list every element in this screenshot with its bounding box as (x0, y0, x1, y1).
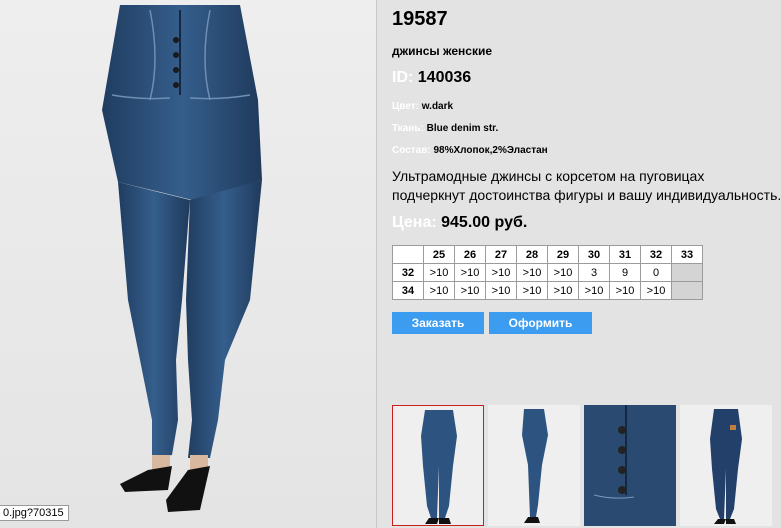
table-corner (392, 245, 424, 264)
product-sku: 19587 (392, 8, 448, 30)
product-description: Ультрамодные джинсы с корсетом на пугови… (392, 167, 781, 205)
size-row: 32 >10 >10 >10 >10 >10 3 9 0 (392, 263, 703, 282)
jeans-main-photo (102, 5, 262, 512)
stock-cell[interactable]: >10 (423, 263, 455, 282)
prop-label: Состав: (392, 145, 431, 156)
stock-cell[interactable]: >10 (485, 281, 517, 300)
size-column-header: 28 (516, 245, 548, 264)
prop-value: 98%Хлопок,2%Эластан (433, 145, 548, 156)
size-row: 34 >10 >10 >10 >10 >10 >10 >10 >10 (392, 281, 703, 300)
product-price: Цена: 945.00 руб. (392, 214, 527, 232)
prop-value: w.dark (421, 101, 454, 112)
size-column-header: 32 (640, 245, 672, 264)
size-column-header: 33 (671, 245, 703, 264)
size-column-header: 30 (578, 245, 610, 264)
stock-cell[interactable]: >10 (578, 281, 610, 300)
prop-color: Цвет: w.dark (392, 101, 453, 112)
thumbnail-back[interactable] (680, 405, 772, 526)
size-column-header: 27 (485, 245, 517, 264)
size-column-header: 29 (547, 245, 579, 264)
stock-cell[interactable]: >10 (485, 263, 517, 282)
product-name: джинсы женские (392, 44, 493, 58)
prop-fabric: Ткань: Blue denim str. (392, 123, 498, 134)
jeans-back-thumb (710, 409, 742, 524)
prop-composition: Состав: 98%Хлопок,2%Эластан (392, 145, 548, 156)
stock-cell[interactable]: >10 (516, 263, 548, 282)
stock-cell-unavailable (671, 281, 703, 300)
size-stock-table: 25 26 27 28 29 30 31 32 33 32 >10 >10 >1… (392, 245, 703, 300)
id-label: ID: (392, 69, 414, 86)
stock-cell[interactable]: >10 (516, 281, 548, 300)
stock-cell[interactable]: 3 (578, 263, 610, 282)
thumbnail-front[interactable] (392, 405, 484, 526)
stock-cell[interactable]: 0 (640, 263, 672, 282)
size-column-header: 25 (423, 245, 455, 264)
jeans-closeup-thumb (584, 405, 676, 526)
prop-label: Ткань: (392, 123, 424, 134)
price-label: Цена: (392, 214, 437, 231)
stock-cell[interactable]: >10 (547, 281, 579, 300)
size-column-header: 31 (609, 245, 641, 264)
jeans-front-thumb (421, 410, 457, 524)
stock-cell[interactable]: >10 (547, 263, 579, 282)
length-row-header: 32 (392, 263, 424, 282)
image-url-tooltip: 0.jpg?70315 (0, 505, 69, 521)
thumbnail-side[interactable] (488, 405, 580, 526)
stock-cell[interactable]: 9 (609, 263, 641, 282)
column-divider (376, 0, 377, 528)
stock-cell[interactable]: >10 (454, 263, 486, 282)
stock-cell[interactable]: >10 (640, 281, 672, 300)
size-header-row: 25 26 27 28 29 30 31 32 33 (392, 245, 703, 264)
stock-cell-unavailable (671, 263, 703, 282)
length-row-header: 34 (392, 281, 424, 300)
order-button[interactable]: Заказать (392, 312, 484, 334)
price-value: 945.00 руб. (441, 214, 528, 231)
stock-cell[interactable]: >10 (454, 281, 486, 300)
id-value: 140036 (417, 69, 472, 86)
stock-cell[interactable]: >10 (609, 281, 641, 300)
prop-value: Blue denim str. (426, 123, 499, 134)
prop-label: Цвет: (392, 101, 419, 112)
description-line: Ультрамодные джинсы с корсетом на пугови… (392, 168, 705, 184)
product-id: ID: 140036 (392, 69, 471, 87)
size-column-header: 26 (454, 245, 486, 264)
thumbnail-closeup[interactable] (584, 405, 676, 526)
jeans-side-thumb (522, 409, 548, 523)
description-line: подчеркнут достоинства фигуры и вашу инд… (392, 187, 781, 203)
checkout-button[interactable]: Оформить (489, 312, 592, 334)
stock-cell[interactable]: >10 (423, 281, 455, 300)
main-product-image[interactable]: 0.jpg?70315 (0, 0, 376, 528)
